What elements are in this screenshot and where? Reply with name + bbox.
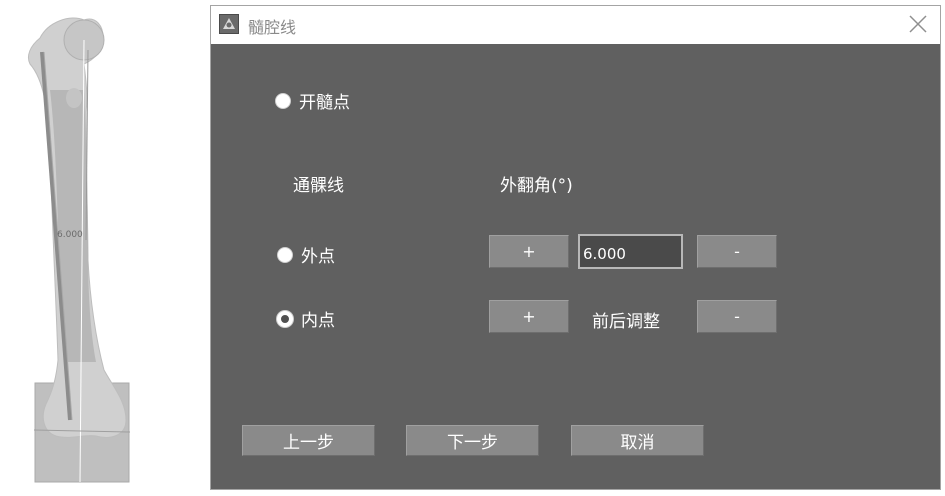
valgus-angle-input[interactable] [578, 234, 683, 269]
app-logo-icon [219, 14, 239, 34]
medial-point-radio[interactable]: 内点 [277, 306, 335, 331]
femur-model [27, 17, 131, 483]
medial-point-radio-dot[interactable] [277, 310, 293, 327]
ap-adjust-label: 前后调整 [592, 312, 660, 332]
dialog-titlebar[interactable]: 髓腔线 [211, 6, 940, 44]
valgus-angle-label: 外翻角(°) [500, 176, 573, 196]
prev-step-button[interactable]: 上一步 [242, 425, 375, 456]
entry-point-radio-dot[interactable] [275, 92, 291, 109]
medial-point-label: 内点 [301, 311, 335, 331]
cancel-button[interactable]: 取消 [571, 425, 704, 456]
screen: 6.000 髓腔线 开髓点 通髁线 外翻角(°) 外点 内点 + 6.000 -… [0, 0, 945, 496]
ap-adjust-decrease-button[interactable]: - [697, 300, 777, 333]
lateral-point-radio[interactable]: 外点 [277, 242, 335, 267]
valgus-decrease-button[interactable]: - [697, 235, 777, 268]
dialog-title: 髓腔线 [248, 18, 297, 37]
entry-point-radio[interactable]: 开髓点 [275, 88, 350, 113]
close-icon[interactable] [906, 12, 930, 36]
lateral-point-radio-dot[interactable] [277, 246, 293, 263]
medullary-canal-dialog: 髓腔线 开髓点 通髁线 外翻角(°) 外点 内点 + 6.000 - + 前后调… [210, 5, 941, 490]
lesser-trochanter [66, 88, 82, 108]
ap-adjust-increase-button[interactable]: + [489, 300, 569, 333]
through-line-label: 通髁线 [293, 176, 344, 196]
dialog-body: 开髓点 通髁线 外翻角(°) 外点 内点 + - + 前后调整 - [211, 44, 940, 489]
valgus-increase-button[interactable]: + [489, 235, 569, 268]
lateral-point-label: 外点 [301, 247, 335, 267]
bone-viewport[interactable]: 6.000 [0, 0, 200, 496]
angle-measure-label: 6.000 [57, 230, 83, 240]
next-step-button[interactable]: 下一步 [406, 425, 539, 456]
entry-point-label: 开髓点 [299, 93, 350, 113]
